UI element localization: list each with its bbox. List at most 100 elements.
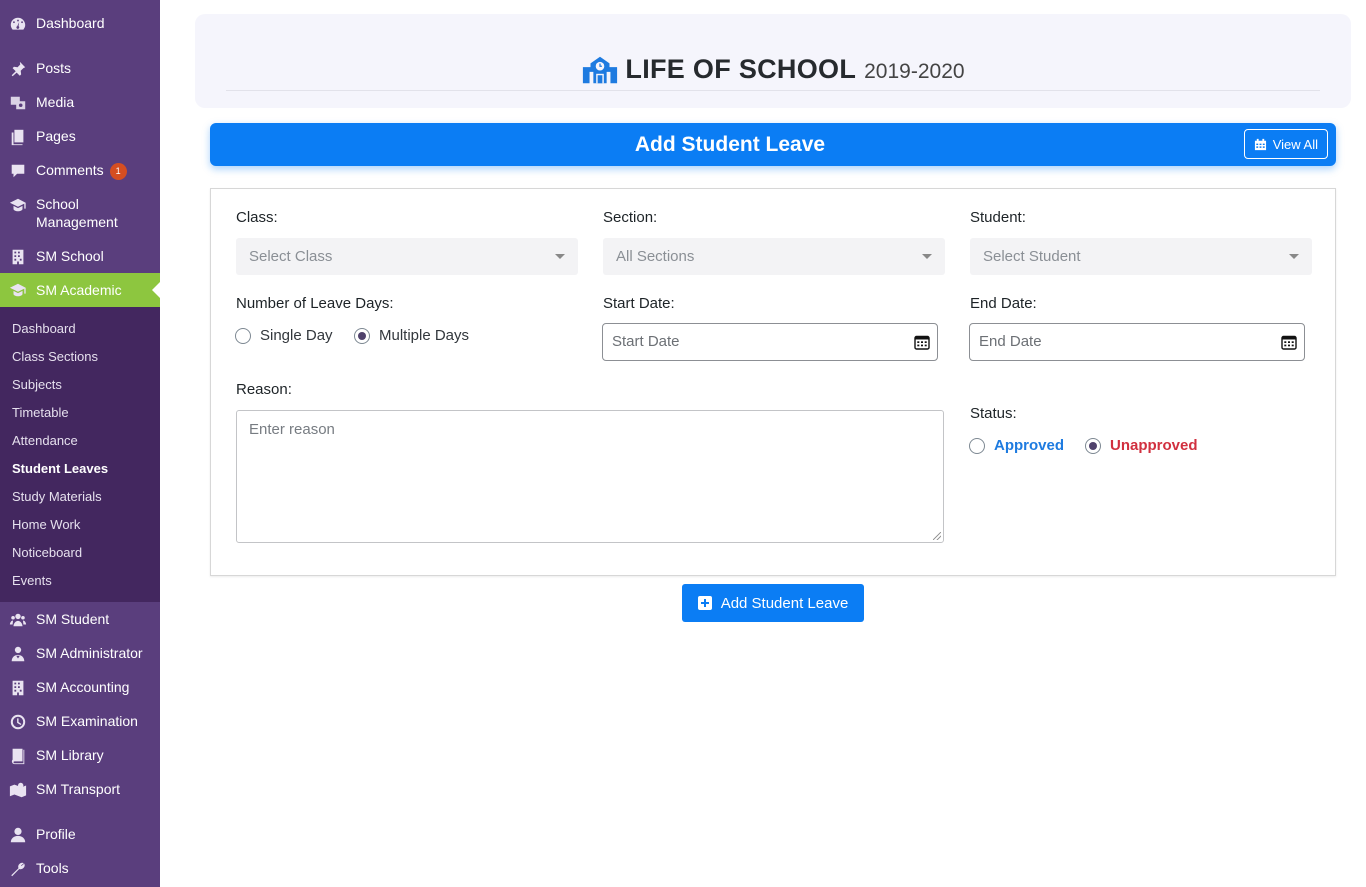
building-icon [8, 247, 28, 267]
menu-label: Dashboard [36, 15, 105, 31]
building-icon [8, 678, 28, 698]
menu-label: SM School [36, 248, 104, 264]
menu-item-pages[interactable]: Pages [0, 127, 160, 147]
radio-approved[interactable]: Approved [969, 437, 1064, 454]
menu-item-comments[interactable]: Comments 1 [0, 161, 160, 181]
chevron-down-icon [1289, 254, 1299, 259]
menu-item-school-management[interactable]: School Management [0, 195, 160, 231]
menu-label: SM Accounting [36, 679, 130, 695]
class-select[interactable]: Select Class [236, 238, 578, 275]
submenu-item-dashboard[interactable]: Dashboard [12, 321, 76, 336]
session-year: 2019-2020 [864, 59, 965, 83]
pin-icon [8, 59, 28, 79]
wrench-icon [8, 859, 28, 879]
menu-label: Posts [36, 60, 72, 76]
menu-item-profile[interactable]: Profile [0, 825, 160, 845]
class-select-value: Select Class [249, 248, 333, 265]
submenu-item-events[interactable]: Events [12, 573, 52, 588]
map-icon [8, 780, 28, 800]
radio-circle-checked [1085, 437, 1101, 454]
radio-multiple-days[interactable]: Multiple Days [354, 327, 469, 344]
graduation-cap-icon [8, 280, 28, 300]
radio-label: Approved [994, 437, 1065, 454]
end-date-placeholder: End Date [979, 333, 1042, 350]
submenu-item-attendance[interactable]: Attendance [12, 433, 78, 448]
section-select-value: All Sections [616, 248, 695, 265]
dashboard-icon [8, 14, 28, 34]
radio-circle [969, 437, 985, 454]
menu-label: Comments 1 [36, 161, 127, 180]
student-select-value: Select Student [983, 248, 1081, 265]
sm-academic-submenu: Dashboard Class Sections Subjects Timeta… [0, 307, 160, 602]
menu-item-media[interactable]: Media [0, 93, 160, 113]
reason-label: Reason: [236, 381, 292, 398]
submenu-item-home-work[interactable]: Home Work [12, 517, 80, 532]
menu-item-sm-accounting[interactable]: SM Accounting [0, 678, 160, 698]
start-date-placeholder: Start Date [612, 333, 680, 350]
chevron-down-icon [922, 254, 932, 259]
chevron-down-icon [555, 254, 565, 259]
section-label: Section: [603, 209, 658, 226]
menu-label: SM Administrator [36, 645, 143, 661]
radio-single-day[interactable]: Single Day [235, 327, 333, 344]
start-date-input[interactable]: Start Date [602, 323, 938, 361]
school-icon [583, 56, 618, 83]
section-select[interactable]: All Sections [603, 238, 945, 275]
reason-placeholder: Enter reason [249, 421, 335, 438]
menu-label: SM Examination [36, 713, 138, 729]
menu-item-sm-examination[interactable]: SM Examination [0, 712, 160, 732]
add-student-leave-button[interactable]: Add Student Leave [682, 584, 864, 622]
clock-icon [8, 712, 28, 732]
calendar-icon[interactable] [1281, 334, 1297, 350]
resize-handle-icon[interactable] [933, 532, 941, 540]
submenu-item-subjects[interactable]: Subjects [12, 377, 62, 392]
menu-item-sm-student[interactable]: SM Student [0, 610, 160, 630]
reason-textarea[interactable]: Enter reason [236, 410, 944, 543]
calendar-icon [1254, 138, 1266, 150]
menu-label: School Management [36, 196, 118, 230]
start-date-label: Start Date: [603, 295, 675, 312]
media-icon [8, 93, 28, 113]
submenu-item-class-sections[interactable]: Class Sections [12, 349, 98, 364]
menu-item-sm-school[interactable]: SM School [0, 247, 160, 267]
school-name: LIFE OF SCHOOL [625, 54, 857, 84]
radio-circle-checked [354, 327, 370, 344]
submenu-item-noticeboard[interactable]: Noticeboard [12, 545, 82, 560]
view-all-label: View All [1272, 136, 1318, 152]
menu-item-posts[interactable]: Posts [0, 59, 160, 79]
menu-label: SM Library [36, 747, 104, 763]
menu-label: SM Transport [36, 781, 121, 797]
comment-icon [8, 161, 28, 181]
menu-label: SM Academic [36, 282, 122, 298]
radio-unapproved[interactable]: Unapproved [1085, 437, 1198, 454]
menu-item-dashboard[interactable]: Dashboard [0, 14, 160, 34]
end-date-label: End Date: [970, 295, 1037, 312]
menu-item-tools[interactable]: Tools [0, 859, 160, 879]
submenu-item-study-materials[interactable]: Study Materials [12, 489, 102, 504]
radio-label: Unapproved [1110, 437, 1198, 454]
menu-label: Media [36, 94, 75, 110]
student-select[interactable]: Select Student [970, 238, 1312, 275]
school-header-card: LIFE OF SCHOOL 2019-2020 [195, 14, 1351, 108]
school-title: LIFE OF SCHOOL 2019-2020 [195, 54, 1351, 85]
user-icon [8, 825, 28, 845]
radio-label: Single Day [260, 327, 333, 344]
menu-item-sm-administrator[interactable]: SM Administrator [0, 644, 160, 664]
calendar-icon[interactable] [914, 334, 930, 350]
comment-count-badge: 1 [109, 163, 127, 180]
radio-circle [235, 327, 251, 344]
submit-label: Add Student Leave [720, 594, 849, 612]
graduation-cap-icon [8, 195, 28, 215]
menu-item-sm-library[interactable]: SM Library [0, 746, 160, 766]
student-leave-form: Class: Select Class Section: All Section… [210, 188, 1336, 576]
menu-item-sm-transport[interactable]: SM Transport [0, 780, 160, 800]
admin-icon [8, 644, 28, 664]
view-all-button[interactable]: View All [1243, 129, 1328, 159]
submenu-item-timetable[interactable]: Timetable [12, 405, 69, 420]
radio-label: Multiple Days [379, 327, 470, 344]
menu-item-sm-academic[interactable]: SM Academic [0, 273, 160, 307]
page-title: Add Student Leave [634, 133, 826, 156]
end-date-input[interactable]: End Date [969, 323, 1305, 361]
submenu-item-student-leaves[interactable]: Student Leaves [12, 461, 108, 476]
class-label: Class: [236, 209, 278, 226]
